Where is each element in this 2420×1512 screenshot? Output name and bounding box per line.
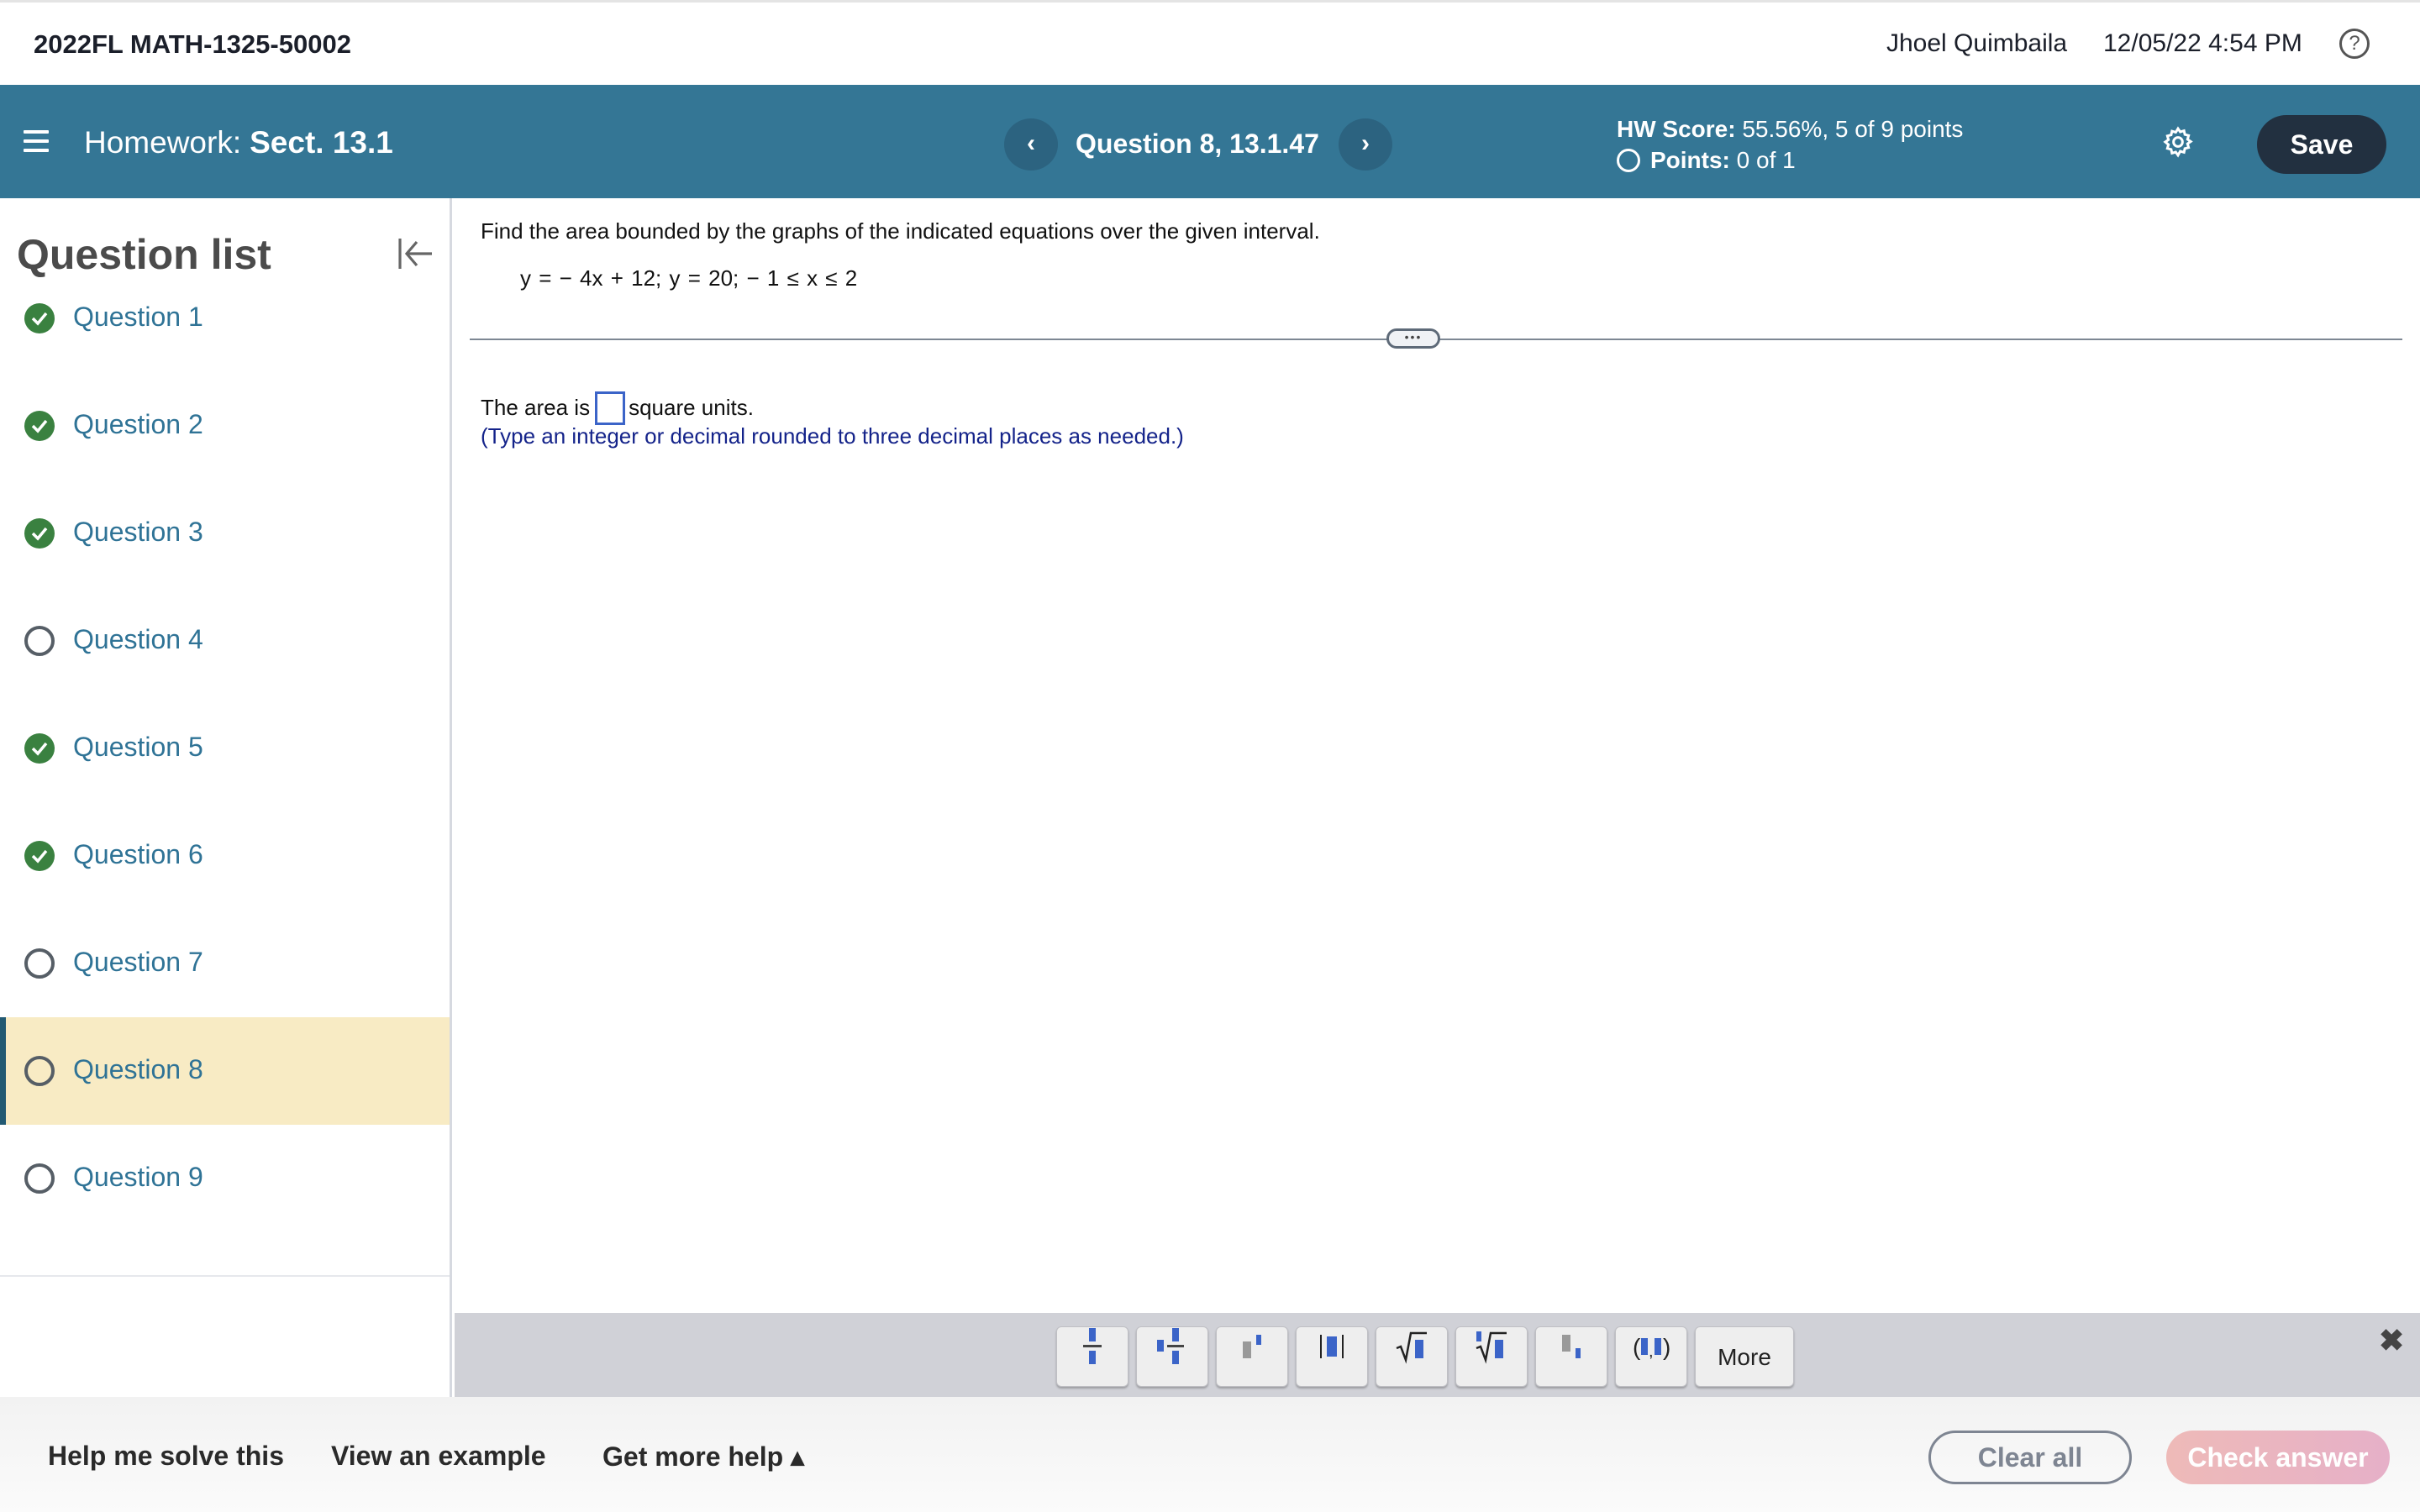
question-title: Question 8, 13.1.47 [1076, 129, 1319, 159]
answer-hint: (Type an integer or decimal rounded to t… [481, 423, 1184, 449]
exponent-button[interactable] [1216, 1326, 1288, 1387]
svg-text:,: , [1649, 1342, 1654, 1361]
sidebar-item-question-6[interactable]: Question 6 [0, 802, 450, 910]
empty-circle-icon [24, 626, 55, 656]
user-name: Jhoel Quimbaila [1886, 29, 2068, 57]
points-value: 0 of 1 [1736, 147, 1796, 173]
answer-input[interactable] [595, 391, 626, 425]
sidebar-item-label: Question 1 [73, 302, 203, 332]
save-button[interactable]: Save [2257, 115, 2386, 174]
sidebar-item-label: Question 9 [73, 1162, 203, 1192]
fraction-button[interactable] [1056, 1326, 1128, 1387]
svg-text:(: ( [1633, 1334, 1641, 1360]
question-content: Find the area bounded by the graphs of t… [455, 198, 2420, 1313]
homework-prefix: Homework: [84, 125, 242, 160]
sidebar-item-question-2[interactable]: Question 2 [0, 372, 450, 480]
sidebar-item-question-4[interactable]: Question 4 [0, 587, 450, 695]
help-circle-icon[interactable]: ? [2339, 29, 2370, 59]
answer-suffix: square units. [629, 395, 754, 420]
points-label: Points: [1650, 147, 1730, 173]
sidebar-item-label: Question 2 [73, 409, 203, 439]
empty-circle-icon [24, 948, 55, 979]
datetime: 12/05/22 4:54 PM [2103, 29, 2302, 57]
question-equation: y = − 4x + 12; y = 20; − 1 ≤ x ≤ 2 [520, 265, 858, 291]
close-toolbar-icon[interactable]: ✖ [2379, 1323, 2404, 1358]
check-circle-icon [24, 733, 55, 764]
homework-title: Homework: Sect. 13.1 [84, 125, 393, 160]
more-symbols-button[interactable]: More [1695, 1326, 1794, 1387]
check-circle-icon [24, 841, 55, 871]
sidebar-item-label: Question 5 [73, 732, 203, 762]
clear-all-button[interactable]: Clear all [1928, 1431, 2132, 1484]
score-panel: HW Score: 55.56%, 5 of 9 points Points: … [1617, 113, 1963, 176]
sidebar-divider [0, 1275, 450, 1277]
question-list-sidebar: Question list Question 1 Question 2 Questi… [0, 198, 452, 1397]
sidebar-item-question-1[interactable]: Question 1 [0, 265, 450, 372]
course-title: 2022FL MATH-1325-50002 [34, 29, 351, 59]
settings-gear-icon[interactable] [2161, 125, 2195, 159]
help-me-solve-link[interactable]: Help me solve this [48, 1441, 284, 1472]
question-instruction: Find the area bounded by the graphs of t… [481, 218, 1320, 244]
subscript-button[interactable] [1535, 1326, 1607, 1387]
check-circle-icon [24, 518, 55, 549]
sidebar-item-label: Question 7 [73, 947, 203, 977]
sidebar-item-question-3[interactable]: Question 3 [0, 480, 450, 587]
mixed-number-button[interactable] [1136, 1326, 1208, 1387]
sidebar-item-question-9[interactable]: Question 9 [0, 1125, 450, 1232]
score-label: HW Score: [1617, 116, 1736, 142]
absolute-value-button[interactable] [1296, 1326, 1368, 1387]
get-more-help-link[interactable]: Get more help ▴ [602, 1441, 804, 1473]
check-answer-button[interactable]: Check answer [2166, 1431, 2390, 1484]
sidebar-item-label: Question 4 [73, 624, 203, 654]
check-circle-icon [24, 303, 55, 333]
answer-line: The area is square units. [481, 391, 754, 425]
bottom-action-bar: Help me solve this View an example Get m… [0, 1397, 2420, 1512]
sidebar-item-question-7[interactable]: Question 7 [0, 910, 450, 1017]
ordered-pair-button[interactable]: (,) [1615, 1326, 1687, 1387]
homework-header: Homework: Sect. 13.1 ‹ Question 8, 13.1.4… [0, 85, 2420, 198]
sidebar-item-label: Question 6 [73, 839, 203, 869]
hamburger-menu-icon[interactable] [24, 130, 49, 152]
previous-question-button[interactable]: ‹ [1004, 118, 1058, 171]
next-question-button[interactable]: › [1339, 118, 1392, 171]
sidebar-item-question-5[interactable]: Question 5 [0, 695, 450, 802]
answer-prefix: The area is [481, 395, 591, 420]
homework-name: Sect. 13.1 [250, 125, 393, 160]
points-status-icon [1617, 149, 1640, 172]
sidebar-item-label: Question 3 [73, 517, 203, 547]
score-value: 55.56%, 5 of 9 points [1742, 116, 1964, 142]
sidebar-item-question-8[interactable]: Question 8 [0, 1017, 450, 1125]
sidebar-item-label: Question 8 [73, 1054, 203, 1084]
svg-text:): ) [1663, 1334, 1670, 1360]
square-root-button[interactable] [1376, 1326, 1448, 1387]
top-bar: 2022FL MATH-1325-50002 Jhoel Quimbaila 1… [0, 0, 2420, 85]
check-circle-icon [24, 411, 55, 441]
expand-divider-handle[interactable]: ••• [1386, 328, 1440, 349]
empty-circle-icon [24, 1056, 55, 1086]
empty-circle-icon [24, 1163, 55, 1194]
nth-root-button[interactable] [1455, 1326, 1528, 1387]
view-example-link[interactable]: View an example [331, 1441, 546, 1472]
math-toolbar: (,) More ✖ [455, 1313, 2420, 1397]
